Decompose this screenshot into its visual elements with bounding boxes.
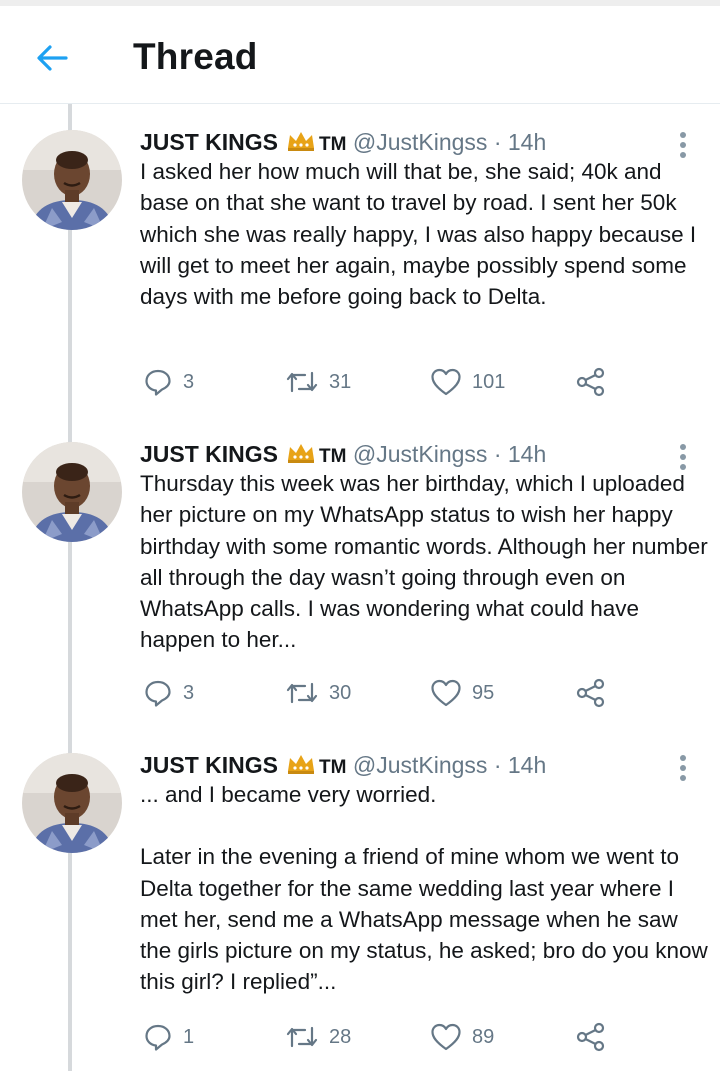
avatar-image bbox=[22, 753, 122, 853]
tweet-text: ... and I became very worried. Later in … bbox=[140, 779, 710, 998]
retweet-icon bbox=[286, 682, 318, 704]
reply-icon bbox=[145, 369, 171, 396]
author-badge: TM bbox=[319, 446, 347, 467]
retweet-count: 30 bbox=[329, 681, 352, 704]
tweet-paragraph: I asked her how much will that be, she s… bbox=[140, 159, 697, 310]
arrow-left-icon bbox=[37, 45, 68, 71]
like-count: 95 bbox=[472, 681, 495, 704]
thread-connector-line bbox=[68, 104, 72, 1071]
meta-separator: · bbox=[493, 129, 502, 155]
like-button[interactable]: 101 bbox=[430, 362, 505, 402]
tweet-text: Thursday this week was her birthday, whi… bbox=[140, 468, 710, 656]
reply-button[interactable]: 3 bbox=[143, 673, 194, 713]
reply-count: 3 bbox=[183, 370, 195, 393]
like-count: 101 bbox=[472, 370, 506, 393]
crown-icon bbox=[288, 755, 315, 774]
share-icon bbox=[576, 1022, 605, 1052]
meta-separator: · bbox=[493, 752, 502, 778]
tweet-text: I asked her how much will that be, she s… bbox=[140, 156, 710, 312]
retweet-button[interactable]: 30 bbox=[285, 673, 351, 713]
retweet-icon bbox=[286, 371, 318, 393]
reply-button[interactable]: 1 bbox=[143, 1017, 194, 1057]
author-handle[interactable]: @JustKingss bbox=[353, 752, 488, 778]
tweet-paragraph: Thursday this week was her birthday, whi… bbox=[140, 471, 708, 653]
author-handle[interactable]: @JustKingss bbox=[353, 129, 488, 155]
crown-icon bbox=[288, 444, 315, 463]
tweet-paragraph: ... and I became very worried. bbox=[140, 782, 437, 807]
tweet-actions: 3 30 95 bbox=[0, 673, 720, 713]
heart-icon bbox=[431, 679, 461, 707]
like-button[interactable]: 89 bbox=[430, 1017, 494, 1057]
retweet-count: 31 bbox=[329, 370, 352, 393]
meta-separator: · bbox=[493, 441, 502, 467]
avatar-image bbox=[22, 442, 122, 542]
tweet-time[interactable]: 14h bbox=[508, 441, 546, 467]
author-name[interactable]: JUST KINGS bbox=[140, 752, 278, 778]
reply-button[interactable]: 3 bbox=[143, 362, 194, 402]
thread-header: Thread bbox=[0, 6, 720, 104]
reply-icon bbox=[145, 1024, 171, 1051]
heart-icon bbox=[431, 368, 461, 396]
tweet-time[interactable]: 14h bbox=[508, 129, 546, 155]
tweet-paragraph: Later in the evening a friend of mine wh… bbox=[140, 844, 708, 995]
share-button[interactable] bbox=[575, 673, 607, 713]
author-name[interactable]: JUST KINGS bbox=[140, 441, 278, 467]
reply-count: 1 bbox=[183, 1025, 195, 1048]
tweet-actions: 1 28 89 bbox=[0, 1017, 720, 1057]
avatar-image bbox=[22, 130, 122, 230]
heart-icon bbox=[431, 1023, 461, 1051]
avatar[interactable] bbox=[22, 753, 122, 853]
tweet-time[interactable]: 14h bbox=[508, 752, 546, 778]
share-icon bbox=[576, 678, 605, 708]
share-icon bbox=[576, 367, 605, 397]
avatar[interactable] bbox=[22, 130, 122, 230]
reply-count: 3 bbox=[183, 681, 195, 704]
retweet-icon bbox=[286, 1026, 318, 1048]
reply-icon bbox=[145, 680, 171, 707]
author-badge: TM bbox=[319, 757, 347, 778]
tweet-actions: 3 31 101 bbox=[0, 362, 720, 402]
share-button[interactable] bbox=[575, 362, 607, 402]
crown-icon bbox=[288, 132, 315, 151]
retweet-button[interactable]: 28 bbox=[285, 1017, 351, 1057]
page-title: Thread bbox=[133, 36, 258, 77]
like-button[interactable]: 95 bbox=[430, 673, 494, 713]
author-name[interactable]: JUST KINGS bbox=[140, 129, 278, 155]
like-count: 89 bbox=[472, 1025, 495, 1048]
share-button[interactable] bbox=[575, 1017, 607, 1057]
retweet-count: 28 bbox=[329, 1025, 352, 1048]
author-handle[interactable]: @JustKingss bbox=[353, 441, 488, 467]
author-badge: TM bbox=[319, 134, 347, 155]
retweet-button[interactable]: 31 bbox=[285, 362, 351, 402]
back-button[interactable] bbox=[30, 38, 74, 78]
avatar[interactable] bbox=[22, 442, 122, 542]
